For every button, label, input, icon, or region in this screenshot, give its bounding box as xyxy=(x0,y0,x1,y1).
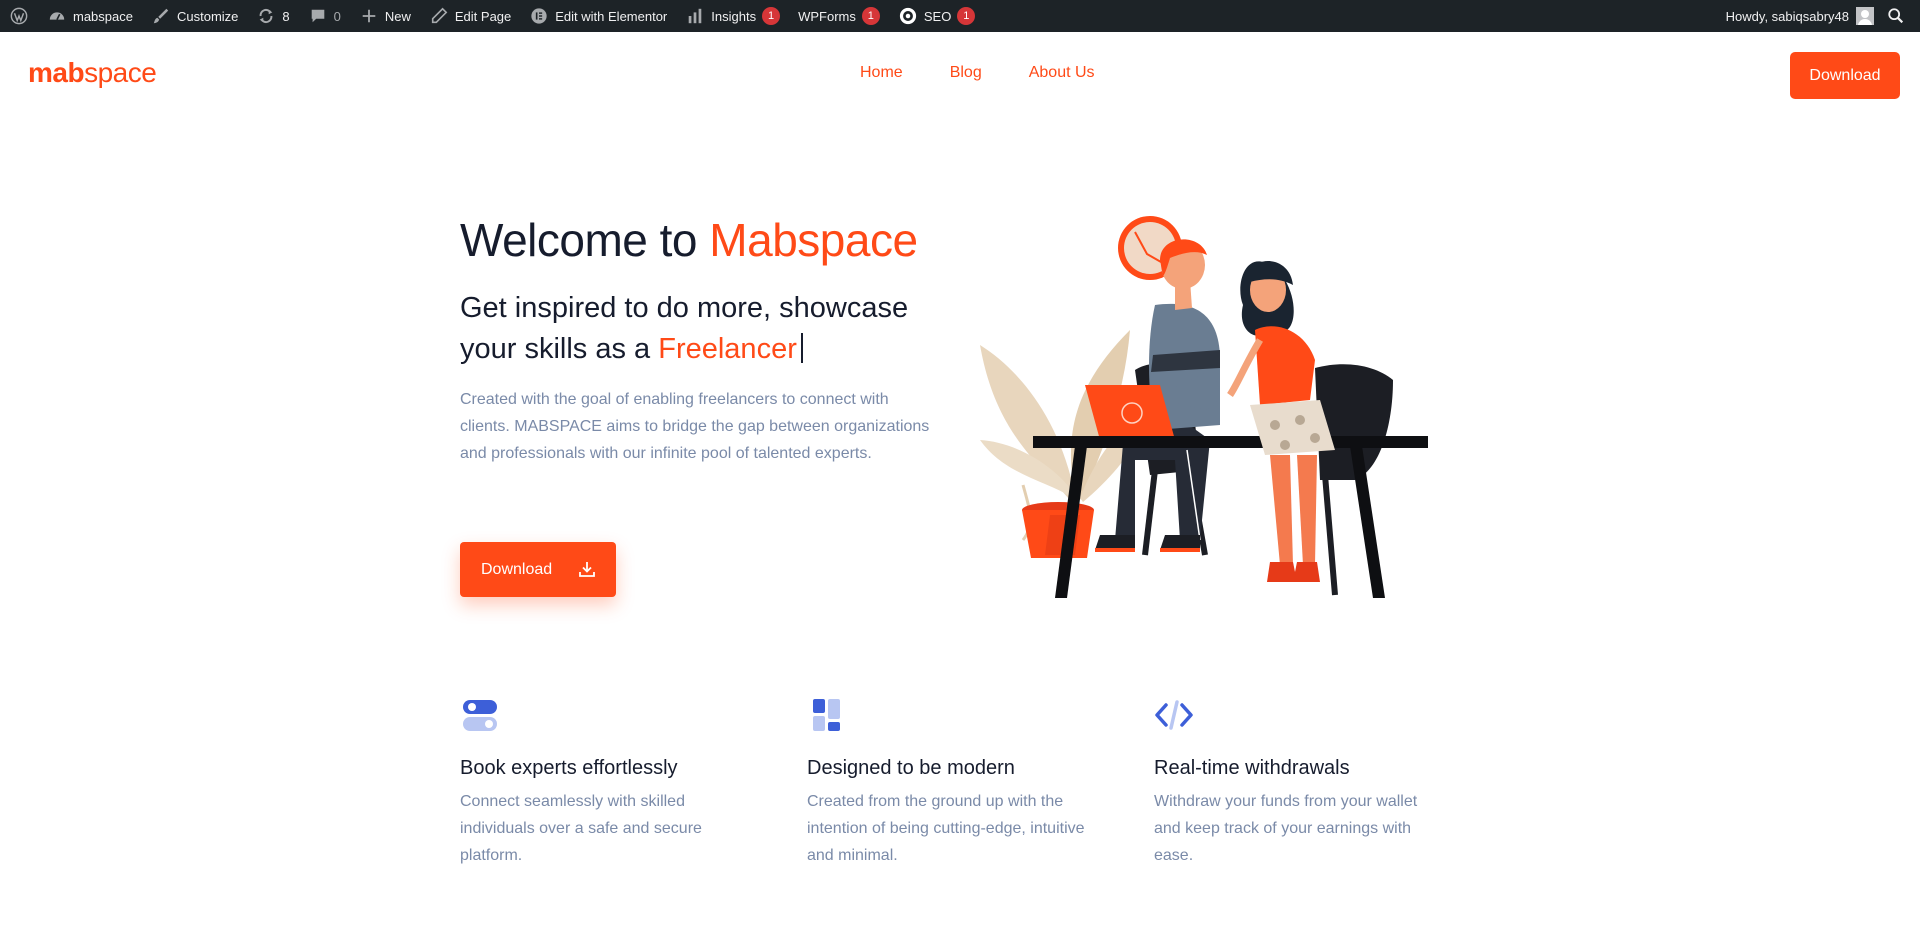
search-icon xyxy=(1886,6,1906,26)
my-account-menu[interactable]: Howdy, sabiqsabry48 xyxy=(1717,0,1878,32)
main-nav: Home Blog About Us xyxy=(860,64,1142,82)
insights-label: Insights xyxy=(711,8,757,24)
feature-description: Withdraw your funds from your wallet and… xyxy=(1154,793,1418,864)
hero-title-accent: Mabspace xyxy=(709,214,918,266)
header-download-button[interactable]: Download xyxy=(1790,52,1900,99)
logo-part2: space xyxy=(84,57,157,88)
logo-part1: mab xyxy=(28,57,85,88)
code-icon xyxy=(1155,700,1193,730)
hero-download-label: Download xyxy=(481,560,553,578)
typing-caret xyxy=(800,333,803,363)
nav-item-blog[interactable]: Blog xyxy=(950,64,982,82)
site-header: mabspace Home Blog About Us Download xyxy=(0,32,1920,120)
chair-right xyxy=(1315,364,1393,596)
hero-download-button[interactable]: Download xyxy=(460,542,616,597)
feature-title: Designed to be modern xyxy=(807,757,1015,779)
seo-menu[interactable]: SEO 1 xyxy=(889,0,984,32)
wp-admin-bar: mabspace Customize 8 0 New Edit Page Edi… xyxy=(0,0,1920,32)
site-name-label: mabspace xyxy=(73,8,133,24)
wpforms-menu[interactable]: WPForms 1 xyxy=(789,0,889,32)
edit-page-link[interactable]: Edit Page xyxy=(420,0,520,32)
customize-link[interactable]: Customize xyxy=(142,0,247,32)
edit-elementor-label: Edit with Elementor xyxy=(555,8,668,24)
insights-badge: 1 xyxy=(762,7,781,25)
edit-elementor-link[interactable]: Edit with Elementor xyxy=(520,0,676,32)
howdy-label: Howdy, sabiqsabry48 xyxy=(1725,8,1849,24)
edit-page-label: Edit Page xyxy=(454,8,512,24)
feature-description: Created from the ground up with the inte… xyxy=(807,793,1085,864)
feature-title: Real-time withdrawals xyxy=(1154,757,1350,779)
hero-illustration xyxy=(980,216,1428,598)
seo-label: SEO xyxy=(923,8,952,24)
bar-chart-icon xyxy=(685,6,705,26)
dashboard-icon xyxy=(47,6,67,26)
hero-title-prefix: Welcome to xyxy=(460,214,710,266)
wordpress-menu[interactable] xyxy=(0,0,38,32)
wordpress-logo-icon xyxy=(9,6,29,26)
updates-count: 8 xyxy=(282,8,290,24)
seo-badge: 1 xyxy=(957,7,976,25)
avatar xyxy=(1856,7,1874,25)
insights-menu[interactable]: Insights 1 xyxy=(676,0,789,32)
seo-gear-icon xyxy=(898,6,918,26)
nav-item-about-us[interactable]: About Us xyxy=(1029,64,1095,82)
layout-icon xyxy=(813,699,840,731)
feature-title: Book experts effortlessly xyxy=(460,757,678,779)
pencil-icon xyxy=(429,6,449,26)
woman-illustration xyxy=(1227,261,1335,582)
plus-icon xyxy=(359,6,379,26)
site-name-menu[interactable]: mabspace xyxy=(38,0,142,32)
comments-count: 0 xyxy=(333,8,341,24)
updates-link[interactable]: 8 xyxy=(247,0,298,32)
new-content-menu[interactable]: New xyxy=(350,0,420,32)
new-label: New xyxy=(384,8,411,24)
updates-icon xyxy=(256,6,276,26)
comments-link[interactable]: 0 xyxy=(299,0,350,32)
nav-item-home[interactable]: Home xyxy=(860,64,903,82)
download-icon xyxy=(579,562,595,577)
hero-subtitle-accent: Freelancer xyxy=(658,333,797,365)
hero-description: Created with the goal of enabling freela… xyxy=(460,391,930,462)
admin-search[interactable] xyxy=(1878,0,1910,32)
site-logo[interactable]: mabspace xyxy=(28,57,157,89)
feature-description: Connect seamlessly with skilled individu… xyxy=(460,793,702,864)
wpforms-badge: 1 xyxy=(861,7,880,25)
hero-subtitle: Get inspired to do more, showcase your s… xyxy=(460,288,960,370)
hero-title: Welcome to Mabspace xyxy=(460,213,918,267)
elementor-icon xyxy=(529,6,549,26)
feature-card-modern-design: Designed to be modern Created from the g… xyxy=(807,695,1107,869)
comment-icon xyxy=(308,6,328,26)
toggle-icon xyxy=(463,700,497,731)
feature-card-withdrawals: Real-time withdrawals Withdraw your fund… xyxy=(1154,695,1454,869)
customize-label: Customize xyxy=(176,8,239,24)
feature-card-book-experts: Book experts effortlessly Connect seamle… xyxy=(460,695,760,869)
wpforms-label: WPForms xyxy=(798,8,856,24)
brush-icon xyxy=(151,6,171,26)
